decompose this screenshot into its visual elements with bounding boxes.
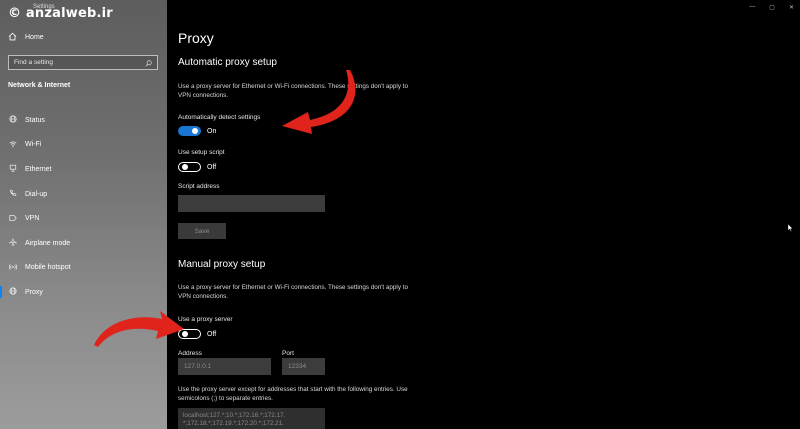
globe-icon [9, 115, 17, 125]
sidebar-item-mobile-hotspot[interactable]: Mobile hotspot [0, 256, 167, 281]
mouse-cursor-icon [788, 224, 794, 232]
exceptions-textarea[interactable]: localhost;127.*;10.*;172.16.*;172.17. *;… [178, 408, 325, 429]
sidebar-item-label: VPN [25, 215, 40, 223]
toggle-switch-on[interactable] [178, 126, 201, 136]
section-heading: Network & Internet [8, 82, 71, 89]
sidebar-item-vpn[interactable]: VPN [0, 206, 167, 231]
sidebar-item-label: Ethernet [25, 165, 52, 173]
auto-setup-heading: Automatic proxy setup [178, 57, 277, 68]
toggle-state: Off [207, 330, 217, 338]
sidebar: Settings © anzalweb.ir Home Network & In… [0, 0, 167, 429]
sidebar-item-proxy[interactable]: Proxy [0, 280, 167, 305]
home-label: Home [25, 34, 44, 41]
save-button[interactable]: Save [178, 223, 226, 239]
ethernet-icon [9, 164, 17, 174]
sidebar-item-label: Mobile hotspot [25, 264, 71, 272]
manual-setup-heading: Manual proxy setup [178, 259, 266, 270]
setup-script-label: Use setup script [178, 149, 225, 156]
search-icon[interactable] [145, 54, 152, 72]
wifi-icon [9, 140, 17, 150]
port-input[interactable] [282, 358, 325, 375]
airplane-icon [9, 238, 17, 248]
sidebar-item-label: Status [25, 116, 45, 124]
hotspot-icon [8, 263, 18, 273]
auto-detect-label: Automatically detect settings [178, 114, 261, 121]
sidebar-item-label: Airplane mode [25, 239, 71, 247]
toggle-state: Off [207, 163, 217, 171]
red-arrow-icon [94, 311, 184, 347]
window-controls: — ▢ ✕ [749, 4, 794, 11]
page-title: Proxy [178, 30, 214, 46]
watermark: © anzalweb.ir [8, 6, 113, 21]
home-link[interactable]: Home [8, 32, 44, 43]
home-icon [8, 32, 17, 43]
manual-setup-description: Use a proxy server for Ethernet or Wi-Fi… [178, 284, 408, 300]
maximize-button[interactable]: ▢ [769, 4, 775, 11]
close-button[interactable]: ✕ [789, 4, 794, 11]
minimize-button[interactable]: — [749, 4, 755, 11]
sidebar-item-ethernet[interactable]: Ethernet [0, 157, 167, 182]
sidebar-item-dial-up[interactable]: Dial-up [0, 182, 167, 207]
script-address-input[interactable] [178, 195, 325, 212]
main-panel: — ▢ ✕ Proxy Automatic proxy setup Use a … [167, 0, 800, 429]
toggle-switch-off[interactable] [178, 162, 201, 172]
sidebar-item-status[interactable]: Status [0, 108, 167, 133]
sidebar-nav: Status Wi-Fi Ethernet Dial-up VPN Airpla… [0, 108, 167, 305]
toggle-state: On [207, 127, 217, 135]
sidebar-item-airplane-mode[interactable]: Airplane mode [0, 231, 167, 256]
auto-detect-toggle[interactable]: On [178, 126, 216, 136]
script-address-label: Script address [178, 183, 220, 190]
address-input[interactable] [178, 358, 271, 375]
address-label: Address [178, 350, 202, 357]
sidebar-item-wifi[interactable]: Wi-Fi [0, 133, 167, 158]
vpn-icon [9, 214, 17, 224]
phone-icon [9, 189, 17, 199]
exceptions-description: Use the proxy server except for addresse… [178, 386, 408, 402]
sidebar-item-label: Proxy [25, 288, 43, 296]
sidebar-item-label: Dial-up [25, 190, 48, 198]
search-input[interactable] [14, 59, 134, 66]
red-arrow-icon [282, 70, 356, 134]
sidebar-item-label: Wi-Fi [25, 141, 42, 149]
port-label: Port [282, 350, 294, 357]
search-box[interactable] [8, 55, 158, 70]
setup-script-toggle[interactable]: Off [178, 162, 216, 172]
globe-icon [9, 287, 17, 297]
